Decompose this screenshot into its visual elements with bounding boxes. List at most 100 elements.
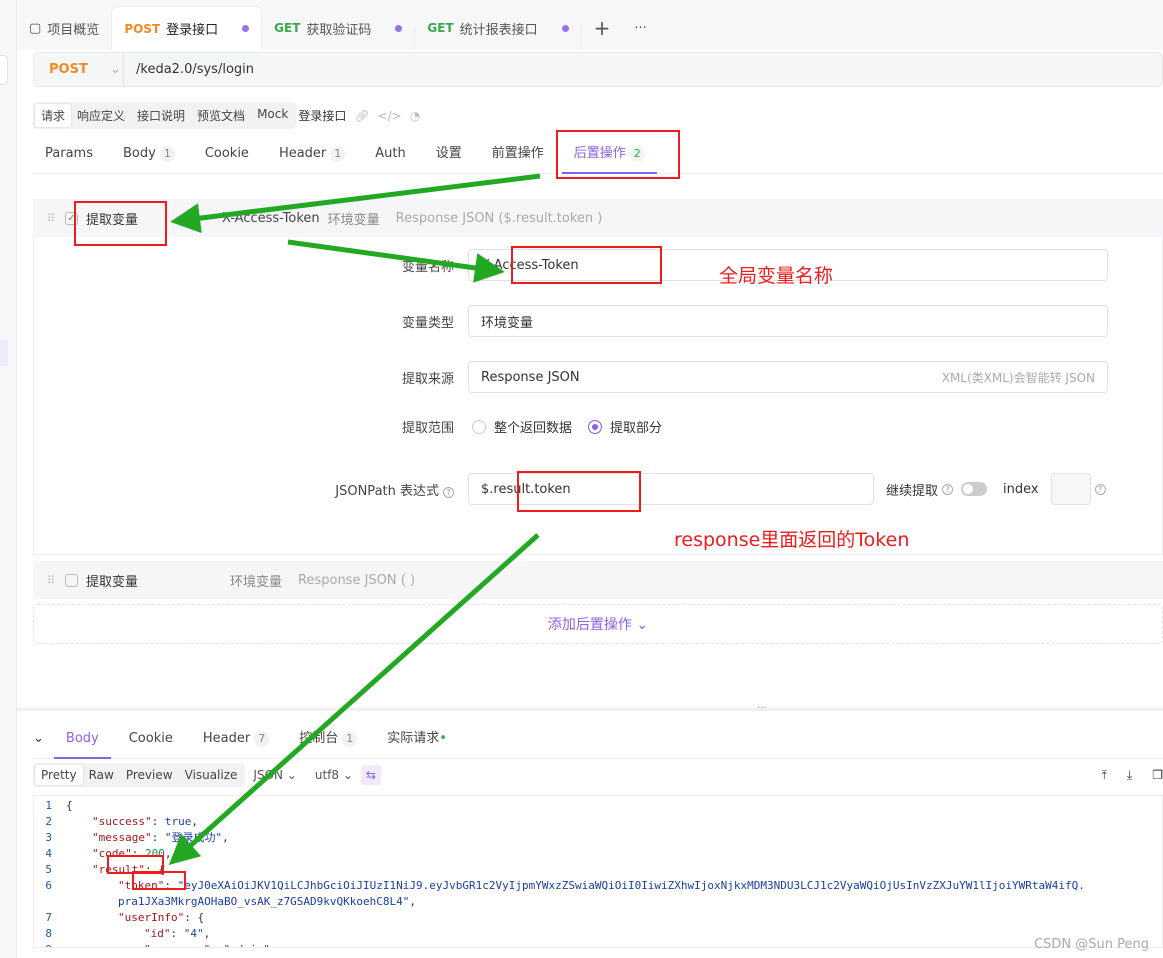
highlight-box [517,471,641,512]
tab-label: Params [45,146,93,161]
code-token: : [210,943,223,947]
response-body-code[interactable]: 1{2 "success": true, 3 "message": "登录成功", 4 "… [33,795,1163,948]
view-mode: Pretty Raw Preview Visualize [33,763,246,787]
response-tab-4[interactable]: 实际请求• [375,719,459,759]
status-dot-icon: • [439,730,447,746]
view-mode-visualize[interactable]: Visualize [179,765,244,785]
encoding-select[interactable]: utf8 ⌄ [315,768,353,782]
response-tab-1[interactable]: Cookie [117,719,185,759]
tab-label: 设置 [435,146,462,161]
tab-report[interactable]: GET 统计报表接口 [415,6,580,50]
line-number: 2 [45,815,52,828]
watermark: CSDN @Sun Peng [1034,937,1149,952]
method-select[interactable]: POST ⌄ [34,53,124,86]
count-badge: 7 [254,730,270,747]
help-icon[interactable]: ? [1094,483,1106,495]
tab-params[interactable]: Params [33,140,105,174]
tab-login[interactable]: POST 登录接口 [111,6,263,50]
code-token: "userInfo" [118,911,185,924]
response-tab-2[interactable]: Header 7 [191,719,281,759]
scope-all-radio[interactable] [472,419,486,434]
tab-auth[interactable]: Auth [363,140,417,174]
format-select[interactable]: JSON ⌄ [253,768,296,782]
tab-设置[interactable]: 设置 [424,140,474,174]
sidebar-handle[interactable] [0,55,8,85]
code-line: 1{ [34,798,1162,814]
link-icon[interactable]: 🔗︎ [354,109,369,123]
subtab-preview[interactable]: 预览文档 [191,104,251,127]
line-number [34,894,66,910]
scope-part-radio[interactable] [588,419,603,434]
history-icon[interactable]: ◔ [410,109,420,123]
post-op-extract-2[interactable]: ⠿ 提取变量 环境变量 Response JSON ( ) [33,561,1163,599]
code-text: "username": "admin", [66,942,276,947]
collapse-icon[interactable]: ⌄ [33,731,44,746]
add-tab-button[interactable]: + [582,6,623,50]
code-icon[interactable]: </> [378,109,402,123]
unsaved-dot [242,25,250,32]
doc-subtabs: 请求 响应定义 接口说明 预览文档 Mock 登录接口 🔗︎ </> ◔ [33,102,420,129]
code-line: 2 "success": true, [34,814,1162,830]
drag-handle-icon[interactable]: ⠿ [47,212,61,225]
url-input[interactable]: /keda2.0/sys/login [124,62,254,77]
count-badge: 1 [342,730,358,747]
sidebar-selected[interactable] [0,340,8,366]
url-bar: POST ⌄ /keda2.0/sys/login [33,52,1163,87]
help-icon[interactable]: ? [443,486,454,498]
source-select[interactable]: Response JSON XML(类XML)会智能转 JSON [468,361,1108,393]
code-token: "success" [92,815,152,828]
view-mode-preview[interactable]: Preview [120,765,179,785]
code-token: , [164,847,172,860]
response-tab-3[interactable]: 控制台 1 [287,719,369,759]
index-input[interactable] [1050,473,1091,505]
continue-extract-toggle[interactable] [961,482,988,496]
view-mode-raw[interactable]: Raw [83,765,120,785]
tab-overview[interactable]: ▢ 项目概览 [17,6,111,50]
enabled-checkbox[interactable] [65,573,78,587]
more-tabs-button[interactable]: ··· [622,6,658,50]
wrap-icon[interactable]: ⇆ [360,765,381,785]
view-mode-pretty[interactable]: Pretty [35,765,83,785]
tab-body[interactable]: Body 1 [111,140,187,174]
code-text: pra1JXa3MkrgAOHaBO_vsAK_z7GSAD9kvQKkoehC… [66,894,416,910]
tab-cookie[interactable]: Cookie [193,140,261,174]
subtab-request[interactable]: 请求 [35,104,72,127]
add-post-op-button[interactable]: 添加后置操作 ⌄ [33,604,1163,644]
annotation-token-note: response里面返回的Token [674,529,910,551]
code-token: "eyJ0eXAiOiJKV1QiLCJhbGciOiJIUzI1NiJ9.ey… [177,879,1085,892]
annotation-global-var: 全局变量名称 [719,265,834,287]
drag-handle-icon[interactable]: ⠿ [47,574,61,587]
response-panel: ··· ⌄ Body Cookie Header 7 控制台 1 实际请求• Pretty Ra… [17,703,1163,958]
post-op-extract-1[interactable]: ⠿ ✓ 提取变量 X-Access-Token 环境变量 Response JS… [33,199,1163,237]
code-token: : [170,927,184,940]
download-icon[interactable]: ⤓ [1127,768,1132,783]
response-tab-0[interactable]: Body [53,719,111,759]
tab-captcha[interactable]: GET 获取验证码 [262,6,414,50]
code-token: : [151,815,165,828]
copy-icon[interactable]: ❐ [1152,768,1163,782]
line-number: 4 [45,847,52,860]
line-number: 1 [45,799,52,812]
highlight-box [132,871,186,890]
code-line: 6 "token": "eyJ0eXAiOiJKV1QiLCJhbGciOiJIU… [34,878,1162,894]
tab-前置操作[interactable]: 前置操作 [480,140,556,174]
code-token: "id" [144,927,171,940]
subtab-response-def[interactable]: 响应定义 [71,104,131,127]
variable-type-select[interactable]: 环境变量 [468,305,1108,337]
tab-header[interactable]: Header 1 [267,140,357,174]
unsaved-dot [395,24,403,32]
subtab-description[interactable]: 接口说明 [131,104,191,127]
code-token: , [409,895,417,908]
export-icon[interactable]: ⤒ [1102,768,1107,783]
tab-label: Header [202,730,251,746]
code-token: : { [184,911,205,924]
help-icon[interactable]: ? [942,483,954,495]
code-text: "token": "eyJ0eXAiOiJKV1QiLCJhbGciOiJIUz… [66,878,1085,894]
code-line: 3 "message": "登录成功", [34,830,1162,846]
code-token: "登录成功" [164,831,223,844]
layout-icon: ▢ [29,20,42,36]
resize-handle[interactable]: ··· [757,703,767,714]
api-name: 登录接口 [298,109,347,123]
subtab-mock[interactable]: Mock [251,104,294,127]
code-token: true [164,815,192,828]
